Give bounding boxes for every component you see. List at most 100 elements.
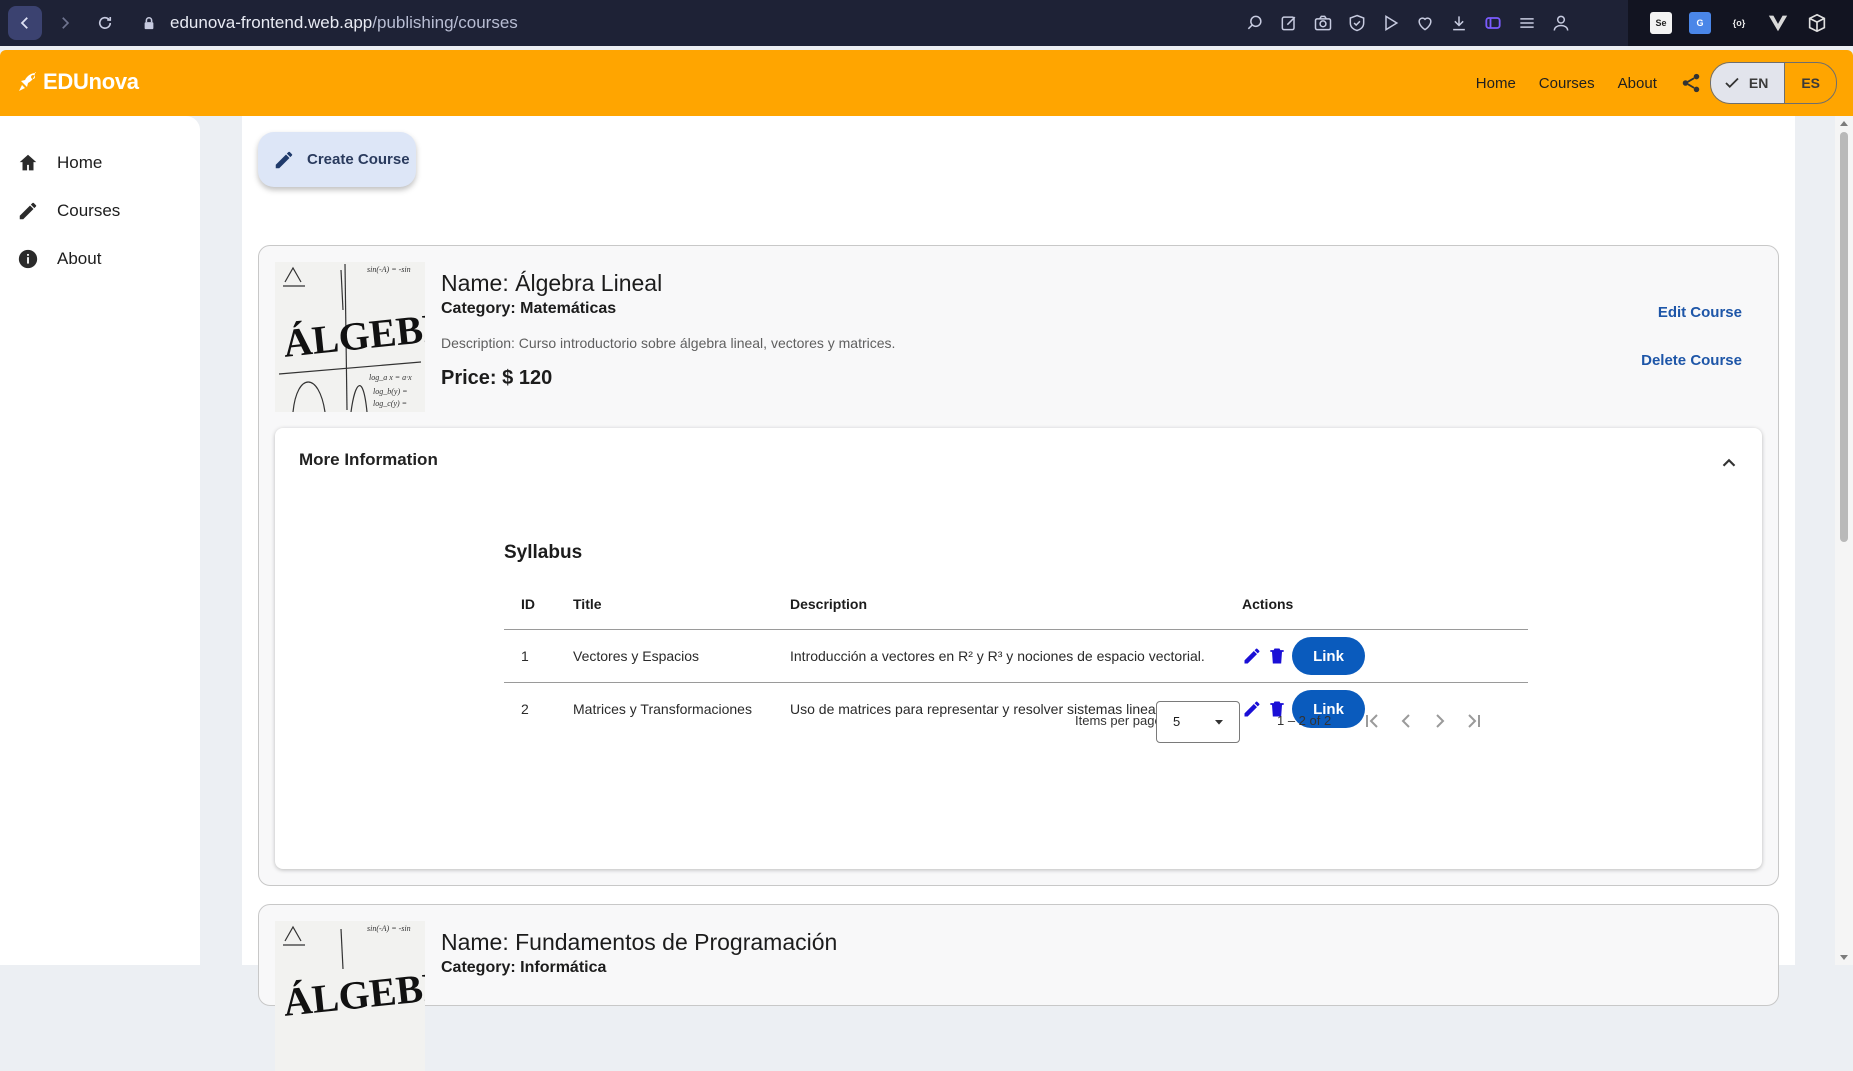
- app-header: EDUnova Home Courses About EN ES: [0, 50, 1853, 116]
- heart-icon[interactable]: [1415, 13, 1435, 33]
- back-button[interactable]: [8, 6, 42, 40]
- selenium-extension-icon[interactable]: Se: [1650, 12, 1672, 34]
- forward-button[interactable]: [48, 6, 82, 40]
- sidebar-item-label: Courses: [57, 201, 121, 220]
- table-row: 1 Vectores y Espacios Introducción a vec…: [504, 629, 1528, 683]
- translate-extension-icon[interactable]: G: [1689, 12, 1711, 34]
- url-host: edunova-frontend.web.app: [170, 13, 373, 32]
- lang-en-label: EN: [1748, 75, 1769, 91]
- sidebar: Home Courses About: [0, 116, 200, 965]
- main-content: Create Course sin(-A) = -sin log_a x = a…: [242, 116, 1795, 1071]
- edit-course-button[interactable]: Edit Course: [1658, 304, 1742, 321]
- url-path: /publishing/courses: [372, 13, 518, 32]
- lang-es-option[interactable]: ES: [1785, 63, 1836, 103]
- algebra-thumbnail-image: sin(-A) = -sin log_a x = a·x log_b(y) = …: [275, 262, 425, 412]
- previous-page-icon[interactable]: [1394, 709, 1418, 733]
- course-card: sin(-A) = -sin log_a x = a·x log_b(y) = …: [258, 245, 1779, 886]
- top-nav: Home Courses About EN ES: [1476, 50, 1853, 116]
- create-course-label: Create Course: [307, 151, 410, 168]
- trash-icon[interactable]: [1267, 646, 1287, 666]
- nav-courses-link[interactable]: Courses: [1539, 75, 1595, 92]
- row-id: 1: [504, 629, 573, 683]
- sidebar-item-courses[interactable]: Courses: [0, 187, 200, 235]
- link-button[interactable]: Link: [1292, 637, 1365, 675]
- edit-page-icon[interactable]: [1279, 13, 1299, 33]
- page-size-select[interactable]: 5: [1156, 701, 1240, 743]
- course-category: Category: Matemáticas: [441, 300, 616, 318]
- scroll-down-arrow[interactable]: [1840, 955, 1848, 960]
- column-header-title: Title: [573, 579, 790, 630]
- back-arrow-icon: [20, 17, 28, 29]
- dropdown-arrow-icon: [1215, 720, 1223, 725]
- tab-list-icon[interactable]: [1517, 13, 1537, 33]
- course-thumbnail: sin(-A) = -sin ÁLGEBRA: [275, 921, 425, 1071]
- category-label: Category:: [441, 300, 516, 317]
- check-icon: [1725, 77, 1739, 89]
- share-icon[interactable]: [1680, 72, 1702, 94]
- browser-toolbar: edunova-frontend.web.app/publishing/cour…: [0, 0, 1853, 46]
- paginator: Items per page: 5 1 – 2 of 2: [275, 701, 1762, 743]
- column-header-id: ID: [504, 579, 573, 630]
- course-thumbnail: sin(-A) = -sin log_a x = a·x log_b(y) = …: [275, 262, 425, 412]
- edit-pencil-icon[interactable]: [1242, 646, 1262, 666]
- reload-button[interactable]: [88, 6, 122, 40]
- page-range: 1 – 2 of 2: [1277, 713, 1332, 728]
- category-label: Category:: [441, 959, 516, 976]
- vue-extension-icon[interactable]: [1767, 12, 1789, 34]
- svg-text:sin(-A) = -sin: sin(-A) = -sin: [367, 924, 411, 933]
- svg-text:log_c(y) =: log_c(y) =: [373, 399, 407, 408]
- search-page-icon[interactable]: [1245, 13, 1265, 33]
- brand-logo[interactable]: EDUnova: [16, 69, 139, 95]
- profile-icon[interactable]: [1551, 13, 1571, 33]
- svg-text:log_b(y) =: log_b(y) =: [373, 387, 408, 396]
- course-name: Name: Álgebra Lineal: [441, 270, 663, 296]
- lang-en-option[interactable]: EN: [1710, 63, 1785, 103]
- algebra-thumbnail-image: sin(-A) = -sin ÁLGEBRA: [275, 921, 425, 1071]
- course-price: Price: $ 120: [441, 367, 553, 389]
- package-extension-icon[interactable]: [1806, 12, 1828, 34]
- chevron-up-icon[interactable]: [1718, 452, 1740, 474]
- nav-about-link[interactable]: About: [1618, 75, 1657, 92]
- svg-text:log_a x = a·x: log_a x = a·x: [369, 373, 412, 382]
- sidebar-toggle-icon[interactable]: [1483, 13, 1503, 33]
- course-category: Category: Informática: [441, 959, 606, 977]
- first-page-icon[interactable]: [1360, 709, 1384, 733]
- sidebar-item-label: About: [57, 249, 102, 268]
- last-page-icon[interactable]: [1462, 709, 1486, 733]
- reload-icon: [98, 16, 112, 29]
- sidebar-item-label: Home: [57, 153, 103, 172]
- course-description: Description: Curso introductorio sobre á…: [441, 335, 896, 351]
- column-header-description: Description: [790, 579, 1242, 630]
- extensions-area: Se G {o}: [1628, 0, 1853, 46]
- shield-icon[interactable]: [1347, 13, 1367, 33]
- lock-icon: [144, 17, 154, 30]
- syllabus-title: Syllabus: [504, 542, 583, 563]
- lang-es-label: ES: [1801, 75, 1820, 91]
- language-toggle: EN ES: [1709, 62, 1837, 104]
- json-extension-icon[interactable]: {o}: [1728, 12, 1750, 34]
- sidebar-item-home[interactable]: Home: [0, 139, 200, 187]
- download-icon[interactable]: [1449, 13, 1469, 33]
- items-per-page-label: Items per page:: [1075, 713, 1166, 728]
- play-icon[interactable]: [1381, 13, 1401, 33]
- page-scrollbar[interactable]: [1835, 116, 1853, 965]
- camera-icon[interactable]: [1313, 13, 1333, 33]
- nav-home-link[interactable]: Home: [1476, 75, 1516, 92]
- scroll-up-arrow[interactable]: [1840, 121, 1848, 126]
- row-title: Vectores y Espacios: [573, 629, 790, 683]
- forward-arrow-icon: [62, 17, 70, 29]
- create-course-button[interactable]: Create Course: [258, 132, 416, 187]
- row-actions: Link: [1242, 629, 1528, 683]
- more-information-panel: More Information Syllabus ID Title Descr…: [275, 428, 1762, 869]
- rocket-icon: [19, 72, 36, 91]
- page-size-value: 5: [1173, 714, 1181, 729]
- next-page-icon[interactable]: [1428, 709, 1452, 733]
- course-name: Name: Fundamentos de Programación: [441, 929, 838, 955]
- address-bar[interactable]: edunova-frontend.web.app/publishing/cour…: [142, 9, 518, 37]
- course-card: sin(-A) = -sin ÁLGEBRA Name: Fundamentos…: [258, 904, 1779, 1071]
- pencil-icon: [275, 151, 293, 168]
- scroll-thumb[interactable]: [1840, 132, 1848, 542]
- delete-course-button[interactable]: Delete Course: [1641, 352, 1742, 369]
- sidebar-item-about[interactable]: About: [0, 235, 200, 283]
- more-information-header[interactable]: More Information: [299, 450, 438, 470]
